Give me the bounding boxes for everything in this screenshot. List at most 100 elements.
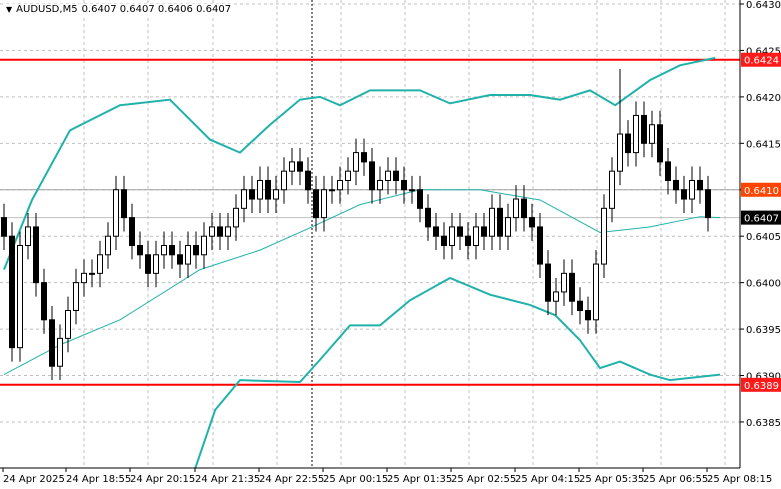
candle-bull [593, 263, 599, 321]
candle-bear [481, 226, 487, 237]
candle-bull [153, 254, 159, 274]
candle-bull [73, 282, 79, 312]
candle-bear [265, 179, 271, 200]
candle-bear [529, 217, 535, 228]
candle-bull [225, 226, 231, 237]
price-tick-label: 0.6415 [746, 139, 781, 150]
time-tick-label: 24 Apr 21:35 [195, 474, 260, 485]
candle-bear [393, 170, 399, 181]
candle-bull [601, 207, 607, 265]
symbol-label: AUDUSD,M5 [16, 4, 78, 15]
candle-bear [625, 133, 631, 154]
candle-bull [105, 235, 111, 256]
candle-bull [617, 133, 623, 172]
candle-bull [233, 207, 239, 228]
candle-bear [169, 244, 175, 256]
candle-bear [665, 161, 671, 181]
candle-bear [657, 124, 663, 163]
candle-bear [9, 235, 15, 349]
time-tick-label: 24 Apr 20:15 [130, 474, 195, 485]
candle-bear [545, 263, 551, 302]
candle-bull [633, 114, 639, 154]
candle-bull [113, 189, 119, 237]
candle-bear [129, 217, 135, 246]
candle-bear [121, 189, 127, 219]
time-tick-label: 24 Apr 22:55 [259, 474, 324, 485]
candle-bear [145, 254, 151, 274]
lower-bollinger-band [194, 276, 721, 469]
candle-bull [353, 152, 359, 172]
candle-bear [361, 152, 367, 163]
price-tick-label: 0.6420 [746, 93, 781, 104]
candle-bull [161, 244, 167, 256]
candle-bear [425, 207, 431, 228]
candle-bull [377, 179, 383, 191]
candle-bull [689, 179, 695, 200]
candle-bear [497, 207, 503, 237]
time-tick-label: 25 Apr 00:15 [323, 474, 388, 485]
candle-bull [89, 272, 95, 275]
candle-bull [241, 189, 247, 209]
candle-bear [441, 235, 447, 246]
candle-bear [401, 179, 407, 191]
candle-bear [217, 226, 223, 237]
candle-bull [409, 189, 415, 192]
candle-bear [641, 114, 647, 144]
level-label-support: 0.6389 [744, 381, 779, 392]
candle-bear [705, 189, 711, 219]
candle-bull [609, 170, 615, 209]
candle-bear [673, 179, 679, 191]
time-tick-label: 25 Apr 01:35 [387, 474, 452, 485]
candle-bear [577, 300, 583, 312]
candle-bull [57, 337, 63, 367]
candle-bull [25, 226, 31, 246]
time-tick-label: 24 Apr 2025 [3, 474, 65, 485]
time-tick-label: 25 Apr 08:15 [707, 474, 772, 485]
candle-bear [537, 226, 543, 265]
price-tick-label: 0.6395 [746, 325, 781, 336]
candle-bear [585, 310, 591, 321]
price-tick-label: 0.6405 [746, 232, 781, 243]
price-tick-label: 0.6430 [746, 0, 781, 11]
candle-bear [369, 161, 375, 191]
candle-bear [457, 226, 463, 237]
price-tick-label: 0.6385 [746, 418, 781, 429]
level-label-mid: 0.6410 [744, 186, 779, 197]
candle-bull [289, 161, 295, 172]
candle-bull [561, 272, 567, 293]
candle-bear [465, 235, 471, 246]
time-tick-label: 25 Apr 02:55 [451, 474, 516, 485]
candle-bull [81, 272, 87, 284]
candle-bull [281, 170, 287, 191]
candle-bull [201, 235, 207, 256]
price-chart[interactable]: 0.64300.64250.64200.64150.64100.64050.64… [0, 0, 781, 489]
candle-bull [321, 189, 327, 219]
candle-bear [417, 189, 423, 209]
candle-bear [249, 189, 255, 200]
candle-bull [185, 244, 191, 265]
candle-bear [49, 319, 55, 367]
candle-bear [697, 179, 703, 191]
candle-bull [345, 170, 351, 181]
price-tick-label: 0.6400 [746, 279, 781, 290]
candle-bull [489, 207, 495, 237]
candle-bear [177, 254, 183, 265]
ohlc-values: 0.6407 0.6407 0.6406 0.6407 [81, 4, 232, 15]
candle-bull [505, 217, 511, 237]
candle-bull [273, 189, 279, 200]
candle-bear [681, 189, 687, 200]
level-label-resistance: 0.6424 [744, 56, 779, 67]
candle-bear [137, 244, 143, 256]
candle-bear [193, 244, 199, 256]
time-tick-label: 25 Apr 06:55 [643, 474, 708, 485]
candle-bear [521, 198, 527, 219]
candle-bull [449, 226, 455, 246]
candle-bear [569, 272, 575, 302]
candle-bull [513, 198, 519, 219]
candle-bull [337, 179, 343, 191]
time-tick-label: 25 Apr 04:15 [515, 474, 580, 485]
time-tick-label: 25 Apr 05:35 [579, 474, 644, 485]
triangle-down-icon[interactable]: ▼ [6, 5, 12, 14]
chart-title: ▼ AUDUSD,M5 0.6407 0.6407 0.6406 0.6407 [6, 4, 232, 15]
candle-bull [17, 244, 23, 349]
